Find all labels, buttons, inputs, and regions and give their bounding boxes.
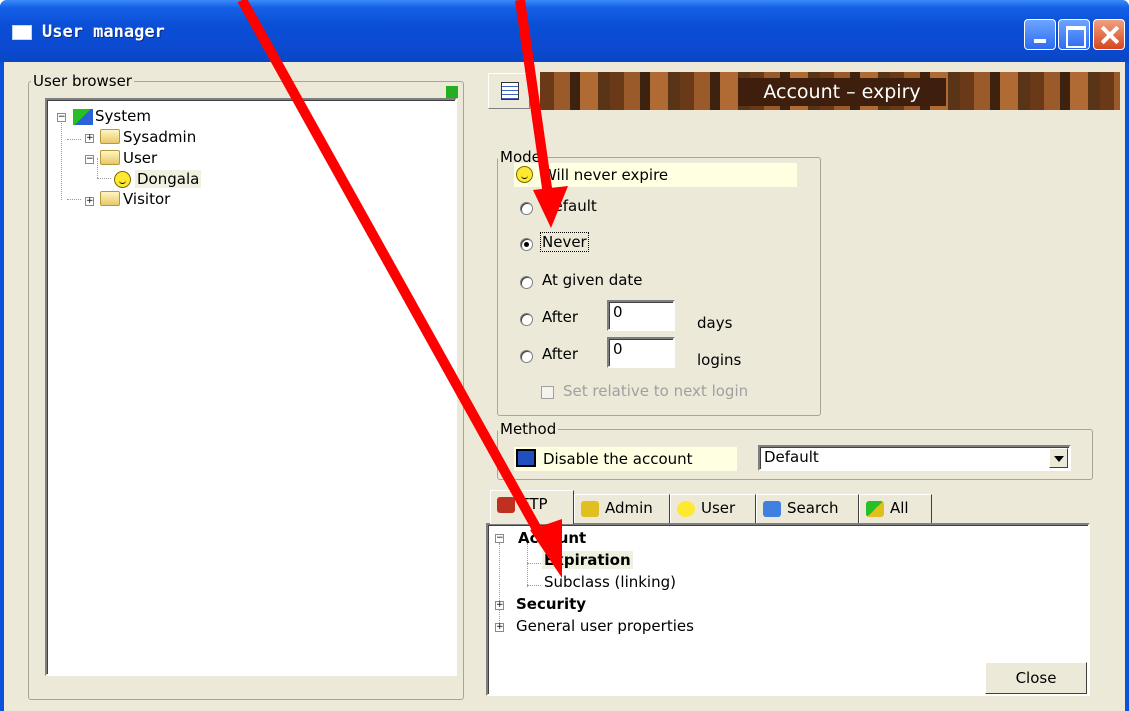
admin-icon xyxy=(581,501,599,517)
tab-user-label: User xyxy=(701,499,736,517)
tab-admin-label: Admin xyxy=(605,499,653,517)
smiley-icon xyxy=(516,166,533,183)
page-title: Account – expiry xyxy=(738,78,946,106)
tab-all[interactable]: All xyxy=(859,494,932,523)
all-icon xyxy=(866,501,884,517)
tree-line xyxy=(97,158,98,178)
tree-line xyxy=(61,118,62,200)
tree-item-user[interactable]: User xyxy=(123,149,157,167)
radio-default[interactable] xyxy=(520,202,533,215)
tab-admin[interactable]: Admin xyxy=(574,494,670,523)
tab-ftp[interactable]: FTP xyxy=(490,490,574,524)
expand-icon[interactable]: + xyxy=(495,623,504,632)
radio-never[interactable] xyxy=(520,238,533,251)
tab-user[interactable]: User xyxy=(670,494,756,523)
mode-status: Will never expire xyxy=(514,163,797,187)
expand-icon[interactable]: + xyxy=(495,601,504,610)
tree-item-account[interactable]: Account xyxy=(518,529,586,547)
radio-given-date-label: At given date xyxy=(542,271,643,289)
title-bar[interactable]: User manager xyxy=(0,0,1129,62)
folder-icon xyxy=(100,191,120,206)
tree-item-subclass[interactable]: Subclass (linking) xyxy=(544,573,676,591)
tree-item-expiration[interactable]: Expiration xyxy=(542,551,633,569)
logins-unit-label: logins xyxy=(697,351,742,369)
smiley-icon xyxy=(114,171,131,188)
refresh-icon[interactable] xyxy=(446,86,458,98)
method-select-value: Default xyxy=(764,448,819,466)
collapse-icon[interactable]: − xyxy=(57,113,66,122)
tab-search[interactable]: Search xyxy=(756,494,859,523)
tab-ftp-label: FTP xyxy=(521,495,548,513)
relative-checkbox-label: Set relative to next login xyxy=(563,382,749,400)
tab-all-label: All xyxy=(890,499,909,517)
close-button[interactable]: Close xyxy=(985,662,1087,694)
minimize-button[interactable] xyxy=(1024,19,1056,50)
radio-after-days[interactable] xyxy=(520,313,533,326)
collapse-icon[interactable]: − xyxy=(85,155,94,164)
tree-item-security[interactable]: Security xyxy=(516,595,586,613)
folder-icon xyxy=(100,129,120,144)
radio-after-logins[interactable] xyxy=(520,350,533,363)
window-title: User manager xyxy=(42,22,165,42)
monitor-icon xyxy=(516,449,536,467)
expand-icon[interactable]: + xyxy=(85,134,94,143)
expand-icon[interactable]: + xyxy=(85,197,94,206)
tree-line xyxy=(67,199,81,200)
ftp-icon xyxy=(497,497,515,513)
user-browser-legend: User browser xyxy=(33,72,132,90)
tree-item-general[interactable]: General user properties xyxy=(516,617,694,635)
radio-default-label: Default xyxy=(542,197,597,215)
magnifier-icon xyxy=(763,501,781,517)
system-icon xyxy=(73,109,93,125)
tree-line xyxy=(527,543,528,587)
days-input[interactable]: 0 xyxy=(607,300,675,331)
tree-line xyxy=(499,543,500,627)
logins-input[interactable]: 0 xyxy=(607,337,675,368)
view-toggle-button[interactable] xyxy=(488,73,530,109)
days-unit-label: days xyxy=(697,314,733,332)
method-legend: Method xyxy=(500,420,557,438)
radio-never-label: Never xyxy=(540,232,589,252)
smiley-icon xyxy=(677,501,695,517)
maximize-button[interactable] xyxy=(1058,19,1090,50)
tree-line xyxy=(67,139,81,140)
folder-icon xyxy=(100,150,120,165)
radio-after-days-label: After xyxy=(542,308,579,326)
list-icon xyxy=(501,82,519,100)
tree-line xyxy=(97,178,111,179)
tree-item-visitor[interactable]: Visitor xyxy=(123,190,170,208)
close-window-button[interactable] xyxy=(1093,19,1125,50)
chevron-down-icon[interactable] xyxy=(1049,448,1068,468)
app-icon xyxy=(12,25,32,40)
header-banner: Account – expiry xyxy=(540,72,1120,110)
tree-line xyxy=(527,563,541,564)
user-tree[interactable]: − System + Sysadmin − User Dongala + Vis… xyxy=(45,98,457,676)
radio-given-date[interactable] xyxy=(520,276,533,289)
collapse-icon[interactable]: − xyxy=(495,534,504,543)
tree-item-system[interactable]: System xyxy=(95,107,151,125)
method-status: Disable the account xyxy=(514,447,737,471)
tree-item-sysadmin[interactable]: Sysadmin xyxy=(123,128,196,146)
tab-search-label: Search xyxy=(787,499,839,517)
radio-after-logins-label: After xyxy=(542,345,579,363)
relative-checkbox[interactable] xyxy=(541,386,554,399)
tree-line xyxy=(527,585,541,586)
tree-item-dongala[interactable]: Dongala xyxy=(135,170,202,188)
method-select[interactable]: Default xyxy=(758,445,1071,471)
